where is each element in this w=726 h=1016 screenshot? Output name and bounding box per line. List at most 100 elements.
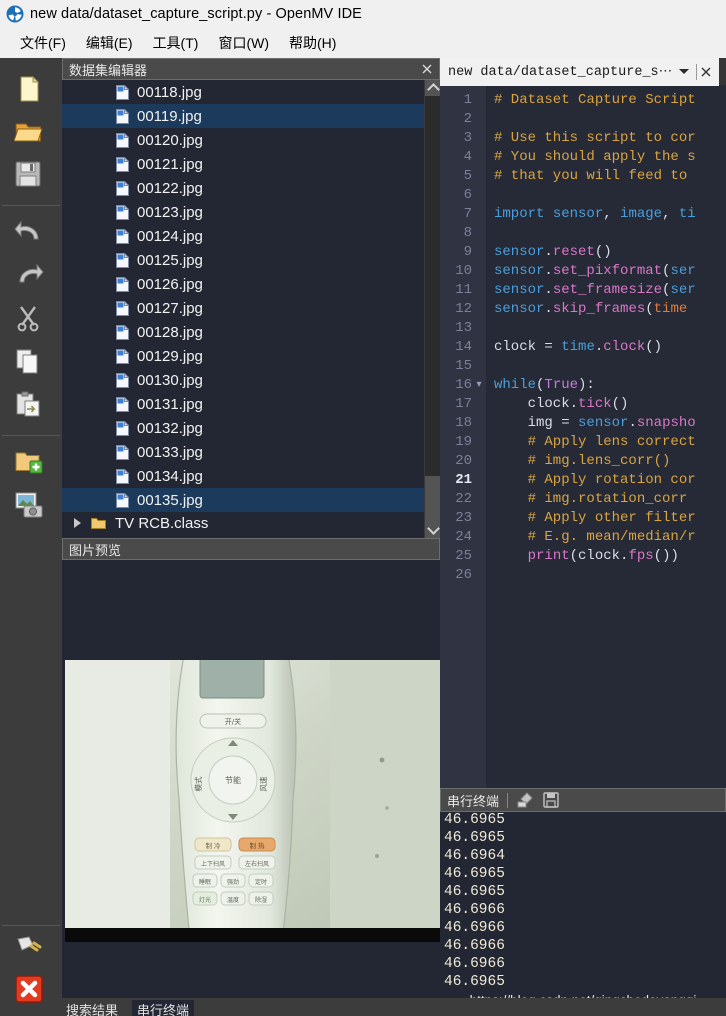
file-list-item[interactable]: 00125.jpg [62, 248, 424, 272]
file-list-item[interactable]: 00130.jpg [62, 368, 424, 392]
code-line[interactable]: 1 # Dataset Capture Script [440, 90, 726, 109]
code-line-text: img = sensor.snapsho [494, 414, 696, 431]
new-file-icon[interactable] [14, 74, 48, 108]
file-list-item[interactable]: 00121.jpg [62, 152, 424, 176]
toolbar-divider-2 [2, 435, 60, 436]
file-list-item[interactable]: 00132.jpg [62, 416, 424, 440]
code-line[interactable]: 21 # Apply rotation cor [440, 470, 726, 489]
code-area[interactable]: 1 # Dataset Capture Script 2 3 # Use this sc… [440, 86, 726, 788]
chevron-down-icon[interactable] [679, 69, 690, 74]
code-line[interactable]: 17 clock.tick() [440, 394, 726, 413]
code-line[interactable]: 19 # Apply lens correct [440, 432, 726, 451]
code-line-text: # Apply rotation cor [494, 471, 696, 488]
file-list-item[interactable]: 00129.jpg [62, 344, 424, 368]
file-list-item-label: 00126.jpg [137, 275, 203, 293]
close-icon[interactable] [697, 63, 715, 81]
image-file-icon [116, 395, 130, 412]
serial-terminal-output[interactable]: 46.6965 46.6965 46.6964 46.6965 46.6965 46.69… [440, 812, 726, 998]
image-file-icon [116, 131, 130, 148]
save-file-icon[interactable] [14, 160, 48, 194]
code-line[interactable]: 3 # Use this script to cor [440, 128, 726, 147]
menu-tools[interactable]: 工具(T) [143, 31, 209, 55]
code-line[interactable]: 10 sensor.set_pixformat(ser [440, 261, 726, 280]
image-file-icon [116, 323, 130, 340]
image-file-icon [116, 155, 130, 172]
image-preview-header: 图片预览 [62, 538, 440, 560]
file-list-item[interactable]: 00135.jpg [62, 488, 424, 512]
cut-icon[interactable] [14, 304, 48, 338]
code-line[interactable]: 15 [440, 356, 726, 375]
chevron-up-icon[interactable] [425, 80, 441, 96]
image-file-icon [116, 227, 130, 244]
code-line[interactable]: 22 # img.rotation_corr [440, 489, 726, 508]
file-list-item[interactable]: 00127.jpg [62, 296, 424, 320]
code-line[interactable]: 8 [440, 223, 726, 242]
copy-icon[interactable] [14, 347, 48, 381]
file-list-item[interactable]: 00124.jpg [62, 224, 424, 248]
connect-plug-icon[interactable] [14, 934, 48, 968]
code-line[interactable]: 16 ▾ while(True): [440, 375, 726, 394]
file-list-item-label: 00122.jpg [137, 179, 203, 197]
editor-tab[interactable]: new data/dataset_capture_s⋯ [440, 57, 720, 86]
capture-image-icon[interactable] [14, 491, 48, 525]
chevron-down-icon[interactable] [425, 521, 441, 538]
file-list-item[interactable]: 00118.jpg [62, 80, 424, 104]
clear-terminal-icon[interactable] [516, 791, 536, 809]
file-list-item[interactable]: 00126.jpg [62, 272, 424, 296]
code-line[interactable]: 14 clock = time.clock() [440, 337, 726, 356]
code-line[interactable]: 2 [440, 109, 726, 128]
code-line[interactable]: 6 [440, 185, 726, 204]
code-line-text: # You should apply the s [494, 148, 696, 165]
code-line[interactable]: 26 [440, 565, 726, 584]
file-list-item[interactable]: 00122.jpg [62, 176, 424, 200]
dataset-file-list[interactable]: 00118.jpg 00119.jpg 00120.jpg 00121.jpg 0012… [62, 80, 424, 538]
terminal-line: 46.6965 [444, 974, 505, 990]
svg-text:制 冷: 制 冷 [205, 841, 221, 850]
fold-chevron-down-icon[interactable]: ▾ [472, 379, 486, 391]
code-line[interactable]: 25 print(clock.fps()) [440, 546, 726, 565]
paste-icon[interactable] [14, 390, 48, 424]
menu-edit[interactable]: 编辑(E) [76, 31, 143, 55]
stop-script-icon[interactable] [14, 974, 48, 1008]
svg-text:灯光: 灯光 [199, 896, 211, 904]
save-terminal-icon[interactable] [542, 791, 562, 809]
line-number: 19 [455, 433, 472, 450]
code-line[interactable]: 12 sensor.skip_frames(time [440, 299, 726, 318]
file-list-item[interactable]: 00119.jpg [62, 104, 424, 128]
scrollbar-thumb[interactable] [425, 476, 441, 522]
code-line[interactable]: 7 import sensor, image, ti [440, 204, 726, 223]
code-line[interactable]: 24 # E.g. mean/median/r [440, 527, 726, 546]
file-list-item-label: 00127.jpg [137, 299, 203, 317]
tab-serial-terminal[interactable]: 串行终端 [132, 1000, 195, 1016]
code-line-text: # Use this script to cor [494, 129, 696, 146]
open-file-icon[interactable] [13, 117, 48, 151]
code-line[interactable]: 18 img = sensor.snapsho [440, 413, 726, 432]
file-list-item[interactable]: 00131.jpg [62, 392, 424, 416]
code-line[interactable]: 20 # img.lens_corr() [440, 451, 726, 470]
code-line-text: import sensor, image, ti [494, 205, 696, 222]
file-list-item[interactable]: 00133.jpg [62, 440, 424, 464]
code-line-text: sensor.skip_frames(time [494, 300, 688, 317]
file-list-item[interactable]: 00123.jpg [62, 200, 424, 224]
code-line[interactable]: 23 # Apply other filter [440, 508, 726, 527]
file-list-item[interactable]: 00120.jpg [62, 128, 424, 152]
menu-window[interactable]: 窗口(W) [208, 31, 279, 55]
menu-help[interactable]: 帮助(H) [279, 31, 346, 55]
code-line[interactable]: 4 # You should apply the s [440, 147, 726, 166]
expand-triangle-icon[interactable] [74, 518, 81, 528]
file-list-item[interactable]: 00128.jpg [62, 320, 424, 344]
code-line[interactable]: 5 # that you will feed to [440, 166, 726, 185]
code-line[interactable]: 9 sensor.reset() [440, 242, 726, 261]
file-list-item[interactable]: 00134.jpg [62, 464, 424, 488]
close-icon[interactable] [419, 61, 435, 77]
dataset-list-scrollbar[interactable] [424, 80, 441, 538]
menu-file[interactable]: 文件(F) [10, 31, 76, 55]
line-number: 24 [455, 528, 472, 545]
undo-icon[interactable] [14, 218, 48, 252]
code-line[interactable]: 11 sensor.set_framesize(ser [440, 280, 726, 299]
redo-icon[interactable] [14, 261, 48, 295]
new-dataset-folder-icon[interactable] [14, 448, 48, 482]
code-line[interactable]: 13 [440, 318, 726, 337]
class-folder-row[interactable]: TV RCB.class [62, 512, 424, 534]
tab-search-results[interactable]: 搜索结果 [66, 1000, 118, 1016]
